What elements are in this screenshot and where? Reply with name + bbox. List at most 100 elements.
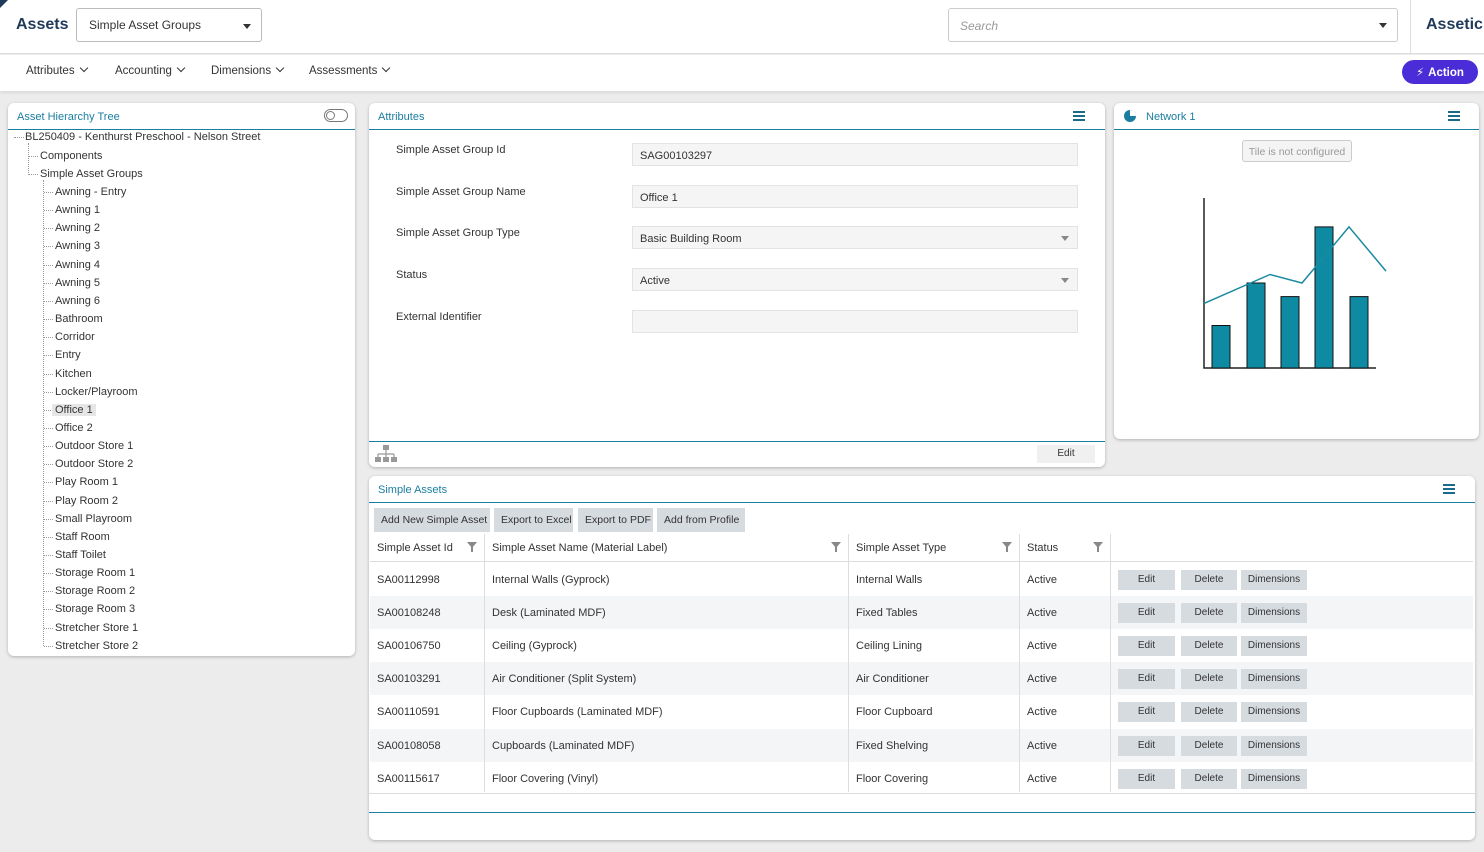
tree-node-simple-asset-group[interactable]: Staff Room [55,531,110,543]
menu-attributes[interactable]: Attributes [26,63,88,77]
delete-row-button[interactable]: Delete [1181,603,1237,624]
tree-node-simple-asset-group[interactable]: Kitchen [55,368,92,380]
cell-asset-id: SA00106750 [377,640,441,653]
tree-node-simple-asset-group[interactable]: Small Playroom [55,513,132,525]
tree-node-simple-asset-group[interactable]: Office 1 [52,403,96,416]
edit-row-button[interactable]: Edit [1118,603,1175,624]
action-button[interactable]: ⚡ Action [1402,60,1478,84]
edit-row-button[interactable]: Edit [1118,735,1175,756]
column-header-status[interactable]: Status [1027,542,1058,554]
column-header-name[interactable]: Simple Asset Name (Material Label) [492,542,667,554]
group-type-select[interactable]: Basic Building Room [632,226,1078,249]
delete-row-button[interactable]: Delete [1181,636,1237,657]
column-header-type[interactable]: Simple Asset Type [856,542,946,554]
status-select[interactable]: Active [632,268,1078,291]
dimensions-row-button[interactable]: Dimensions [1241,768,1307,789]
tree-toggle-switch[interactable] [324,109,348,122]
table-row[interactable]: SA00108058 Cupboards (Laminated MDF) Fixed… [370,728,1473,762]
tree-node-root[interactable]: BL250409 - Kenthurst Preschool - Nelson … [25,131,260,143]
search-input[interactable]: Search [948,8,1398,42]
cell-asset-name: Desk (Laminated MDF) [492,607,606,620]
add-from-profile-button[interactable]: Add from Profile [657,508,745,532]
cell-asset-type: Air Conditioner [856,673,929,686]
export-to-pdf-button[interactable]: Export to PDF [578,508,653,532]
tree-node-simple-asset-group[interactable]: Locker/Playroom [55,386,138,398]
dimensions-row-button[interactable]: Dimensions [1241,570,1307,590]
caret-down-icon [243,24,251,29]
delete-row-button[interactable]: Delete [1181,702,1237,723]
table-row[interactable]: SA00103291 Air Conditioner (Split System)… [370,662,1473,696]
menu-icon[interactable] [1448,111,1460,121]
search-placeholder: Search [960,19,999,33]
tree-node-simple-asset-group[interactable]: Awning 2 [55,222,100,234]
hierarchy-icon[interactable] [375,445,397,463]
dimensions-row-button[interactable]: Dimensions [1241,669,1307,690]
tree-connector [44,373,53,375]
tree-node-simple-asset-group[interactable]: Entry [55,349,81,361]
module-select[interactable]: Simple Asset Groups [76,8,262,42]
cell-asset-type: Fixed Tables [856,607,918,620]
filter-icon[interactable] [467,542,477,552]
menu-icon[interactable] [1443,484,1455,494]
tree-node-simple-asset-groups[interactable]: Simple Asset Groups [40,168,143,180]
tree-node-simple-asset-group[interactable]: Bathroom [55,313,103,325]
filter-icon[interactable] [1002,542,1012,552]
dimensions-row-button[interactable]: Dimensions [1241,702,1307,723]
tree-node-simple-asset-group[interactable]: Play Room 2 [55,495,118,507]
tree-node-simple-asset-group[interactable]: Stretcher Store 2 [55,640,138,652]
tree-node-simple-asset-group[interactable]: Play Room 1 [55,476,118,488]
delete-row-button[interactable]: Delete [1181,669,1237,690]
tree-node-simple-asset-group[interactable]: Outdoor Store 1 [55,440,133,452]
table-row[interactable]: SA00112998 Internal Walls (Gyprock) Intern… [370,563,1473,596]
tree-connector [28,174,38,175]
delete-row-button[interactable]: Delete [1181,768,1237,789]
edit-row-button[interactable]: Edit [1118,702,1175,723]
group-name-field[interactable]: Office 1 [632,185,1078,208]
edit-row-button[interactable]: Edit [1118,636,1175,657]
add-new-simple-asset-button[interactable]: Add New Simple Asset [374,508,490,532]
menu-accounting[interactable]: Accounting [115,63,186,77]
tree-node-components[interactable]: Components [40,150,102,162]
edit-row-button[interactable]: Edit [1118,768,1175,789]
dimensions-row-button[interactable]: Dimensions [1241,603,1307,624]
tree-node-simple-asset-group[interactable]: Awning - Entry [55,186,126,198]
menu-dimensions[interactable]: Dimensions [211,63,285,77]
filter-clear-icon[interactable] [1093,542,1103,552]
delete-row-button[interactable]: Delete [1181,570,1237,590]
table-row[interactable]: SA00108248 Desk (Laminated MDF) Fixed Tabl… [370,596,1473,630]
tree-connector [44,555,53,556]
tree-node-simple-asset-group[interactable]: Storage Room 2 [55,585,135,597]
tree-node-simple-asset-group[interactable]: Office 2 [55,422,93,434]
tree-node-simple-asset-group[interactable]: Awning 6 [55,295,100,307]
tree-node-simple-asset-group[interactable]: Staff Toilet [55,549,106,561]
tree-node-simple-asset-group[interactable]: Stretcher Store 1 [55,622,138,634]
menu-assessments[interactable]: Assessments [309,63,391,77]
export-to-excel-button[interactable]: Export to Excel [494,508,573,532]
tree-connector [44,645,53,647]
table-row[interactable]: SA00110591 Floor Cupboards (Laminated MDF… [370,695,1473,728]
menu-icon[interactable] [1073,111,1085,121]
filter-icon[interactable] [831,542,841,552]
tree-node-simple-asset-group[interactable]: Corridor [55,331,95,343]
caret-down-icon[interactable] [1379,23,1387,28]
tree-node-simple-asset-group[interactable]: Outdoor Store 2 [55,458,133,470]
edit-row-button[interactable]: Edit [1118,669,1175,690]
tree-node-simple-asset-group[interactable]: Awning 5 [55,277,100,289]
tree-node-simple-asset-group[interactable]: Storage Room 3 [55,603,135,615]
delete-row-button[interactable]: Delete [1181,735,1237,756]
tree-node-simple-asset-group[interactable]: Awning 1 [55,204,100,216]
column-header-id[interactable]: Simple Asset Id [377,542,453,554]
edit-attributes-button[interactable]: Edit [1037,445,1095,463]
cell-asset-type: Floor Covering [856,772,929,785]
menu-label: Accounting [115,65,172,77]
table-row[interactable]: SA00106750 Ceiling (Gyprock) Ceiling Linin… [370,629,1473,662]
table-row[interactable]: SA00115617 Floor Covering (Vinyl) Floor Co… [370,762,1473,795]
placeholder-chart [1202,195,1392,375]
dimensions-row-button[interactable]: Dimensions [1241,636,1307,657]
tree-node-simple-asset-group[interactable]: Storage Room 1 [55,567,135,579]
external-identifier-field[interactable] [632,310,1078,333]
tree-node-simple-asset-group[interactable]: Awning 3 [55,240,100,252]
dimensions-row-button[interactable]: Dimensions [1241,735,1307,756]
edit-row-button[interactable]: Edit [1118,570,1175,590]
tree-node-simple-asset-group[interactable]: Awning 4 [55,259,100,271]
